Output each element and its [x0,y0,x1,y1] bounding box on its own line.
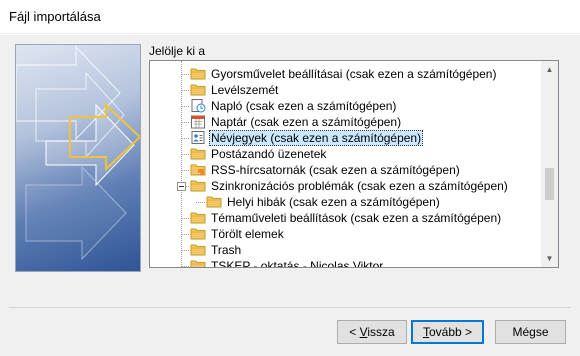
tree-item[interactable]: Napló (csak ezen a számítógépen) [150,98,540,114]
tree-item[interactable]: TSKEP - oktatás - Nicolas Viktor [150,258,540,268]
tree-item-label: Helyi hibák (csak ezen a számítógépen) [227,195,440,209]
tree-connector [182,250,189,251]
vertical-scrollbar[interactable]: ▲ ▼ [541,61,558,267]
tree-item[interactable]: Naptár (csak ezen a számítógépen) [150,114,540,130]
tree-connector [182,138,189,139]
scroll-down-arrow-icon[interactable]: ▼ [541,250,558,267]
tree-item[interactable]: Gyorsművelet beállításai (csak ezen a sz… [150,66,540,82]
tree-item-label: Szinkronizációs problémák (csak ezen a s… [211,179,508,193]
tree-item[interactable]: Szinkronizációs problémák (csak ezen a s… [150,178,540,194]
collapse-expander-icon[interactable] [177,182,186,191]
tree-connector [182,74,189,75]
folder-icon [190,226,206,241]
tree-item-label: Névjegyek (csak ezen a számítógépen) [209,130,424,146]
tree-item-label: Témaműveleti beállítások (csak ezen a sz… [211,211,502,225]
folder-icon [190,146,206,161]
tree-item[interactable]: Levélszemét [150,82,540,98]
cancel-button[interactable]: Mégse [495,320,566,344]
tree-connector [182,218,189,219]
tree-item-label: Trash [211,243,242,257]
tree-connector [182,170,189,171]
tree-connector [182,106,189,107]
tree-item-label: Törölt elemek [211,227,284,241]
tree-item-label: Gyorsművelet beállításai (csak ezen a sz… [211,67,497,81]
scrollbar-thumb[interactable] [545,168,554,200]
tree-connector [182,234,189,235]
tree-rows: Gyorsművelet beállításai (csak ezen a sz… [150,66,540,268]
button-separator [9,307,571,308]
tree-connector [182,90,189,91]
tree-item[interactable]: Névjegyek (csak ezen a számítógépen) [150,130,540,146]
folder-icon [190,66,206,81]
calendar-icon [190,114,206,129]
back-button[interactable]: < Vissza [337,320,407,344]
next-button-rest: ovább > [428,325,473,339]
tree-item-label: Naptár (csak ezen a számítógépen) [211,115,402,129]
folder-tree[interactable]: Gyorsművelet beállításai (csak ezen a sz… [149,60,559,268]
tree-connector [182,154,189,155]
wizard-arrow-icon [16,45,140,261]
folder-icon [206,194,222,209]
tree-connector [196,202,205,203]
tree-item[interactable]: Törölt elemek [150,226,540,242]
cancel-button-label: Mégse [512,325,549,339]
tree-connector [182,122,189,123]
tree-item[interactable]: Témaműveleti beállítások (csak ezen a sz… [150,210,540,226]
back-button-rest: issza [367,325,395,339]
folder-icon [190,178,206,193]
tree-item[interactable]: RSS-hírcsatornák (csak ezen a számítógép… [150,162,540,178]
tree-item-label: RSS-hírcsatornák (csak ezen a számítógép… [211,163,460,177]
scroll-up-arrow-icon[interactable]: ▲ [541,61,558,78]
folder-icon [190,210,206,225]
wizard-graphic [15,44,141,272]
next-button[interactable]: Tovább > [411,320,484,344]
folder-icon [190,242,206,257]
folder-icon [190,258,206,267]
prompt-label: Jelölje ki a [149,44,206,58]
tree-connector [182,266,189,267]
tree-item-label: TSKEP - oktatás - Nicolas Viktor [211,259,384,268]
title-bar: Fájl importálása [0,0,580,34]
window-title: Fájl importálása [9,9,101,24]
tree-item[interactable]: Postázandó üzenetek [150,146,540,162]
tree-item[interactable]: Trash [150,242,540,258]
rss-folder-icon [190,162,206,177]
back-button-prefix: < [349,325,360,339]
tree-item-label: Levélszemét [211,83,279,97]
contacts-icon [190,130,206,145]
tree-item[interactable]: Helyi hibák (csak ezen a számítógépen) [150,194,540,210]
folder-icon [190,82,206,97]
tree-item-label: Napló (csak ezen a számítógépen) [211,99,397,113]
tree-item-label: Postázandó üzenetek [211,147,327,161]
journal-icon [190,98,206,113]
